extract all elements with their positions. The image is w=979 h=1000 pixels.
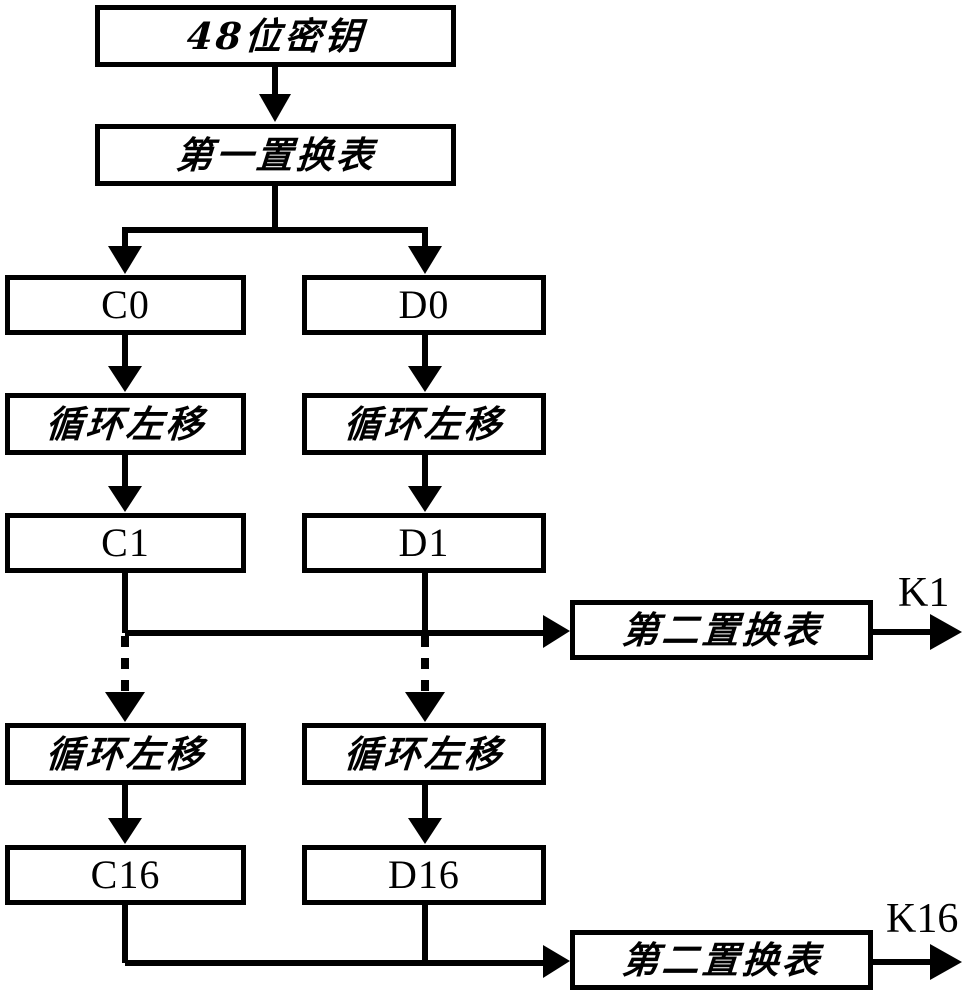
node-perm-table-2-top[interactable]: 第二置换表: [570, 600, 873, 660]
node-label: C16: [90, 852, 161, 897]
node-label: D0: [398, 282, 450, 327]
edge-perm1-split: [108, 186, 442, 274]
node-d1[interactable]: D1: [302, 513, 546, 573]
edge-d0-to-shift: [408, 335, 442, 392]
node-perm-table-2-bottom[interactable]: 第二置换表: [570, 930, 873, 990]
node-label: 循环左移: [342, 401, 506, 446]
edge-shift-to-c1: [108, 455, 142, 512]
edge-c16d16-to-perm2-bottom: [122, 905, 570, 978]
output-label-k16: K16: [886, 896, 959, 942]
node-d16[interactable]: D16: [302, 845, 546, 905]
node-perm-table-1[interactable]: 第一置换表: [95, 124, 456, 186]
node-label: 第二置换表: [619, 937, 824, 982]
node-shift-c1[interactable]: 循环左移: [5, 393, 246, 455]
node-shift-c16[interactable]: 循环左移: [5, 723, 246, 785]
node-c0[interactable]: C0: [5, 275, 246, 335]
flowchart-canvas: 48位密钥 第一置换表 C0 D0 循环左移 循环左移 C1 D1 第二置换表 …: [0, 0, 979, 1000]
node-label: 第二置换表: [619, 607, 824, 652]
node-label: 循环左移: [43, 731, 208, 776]
edge-c1d1-to-perm2-top: [122, 573, 570, 648]
node-label: 循环左移: [342, 731, 506, 776]
edge-perm2-bottom-to-k16: [873, 944, 962, 980]
node-c16[interactable]: C16: [5, 845, 246, 905]
output-label-k1: K1: [898, 570, 950, 616]
node-shift-d16[interactable]: 循环左移: [302, 723, 546, 785]
node-label: D1: [398, 520, 450, 565]
node-c1[interactable]: C1: [5, 513, 246, 573]
edge-d1-to-shift16-dashed: [405, 636, 445, 722]
edge-perm2-top-to-k1: [873, 614, 962, 650]
edge-shift16-to-c16: [108, 785, 142, 844]
node-label: 循环左移: [43, 401, 208, 446]
node-key-input[interactable]: 48位密钥: [95, 5, 456, 67]
node-label: C0: [101, 282, 150, 327]
node-d0[interactable]: D0: [302, 275, 546, 335]
edge-c1-to-shift16-dashed: [105, 636, 145, 722]
node-label: D16: [388, 852, 460, 897]
edge-shift-to-d1: [408, 455, 442, 512]
node-label: 48位密钥: [185, 13, 366, 58]
node-label: 第一置换表: [173, 132, 378, 177]
edge-key-to-perm1: [259, 67, 291, 122]
edge-c0-to-shift: [108, 335, 142, 392]
node-label: C1: [101, 520, 150, 565]
node-shift-d1[interactable]: 循环左移: [302, 393, 546, 455]
edge-shift16-to-d16: [408, 785, 442, 844]
